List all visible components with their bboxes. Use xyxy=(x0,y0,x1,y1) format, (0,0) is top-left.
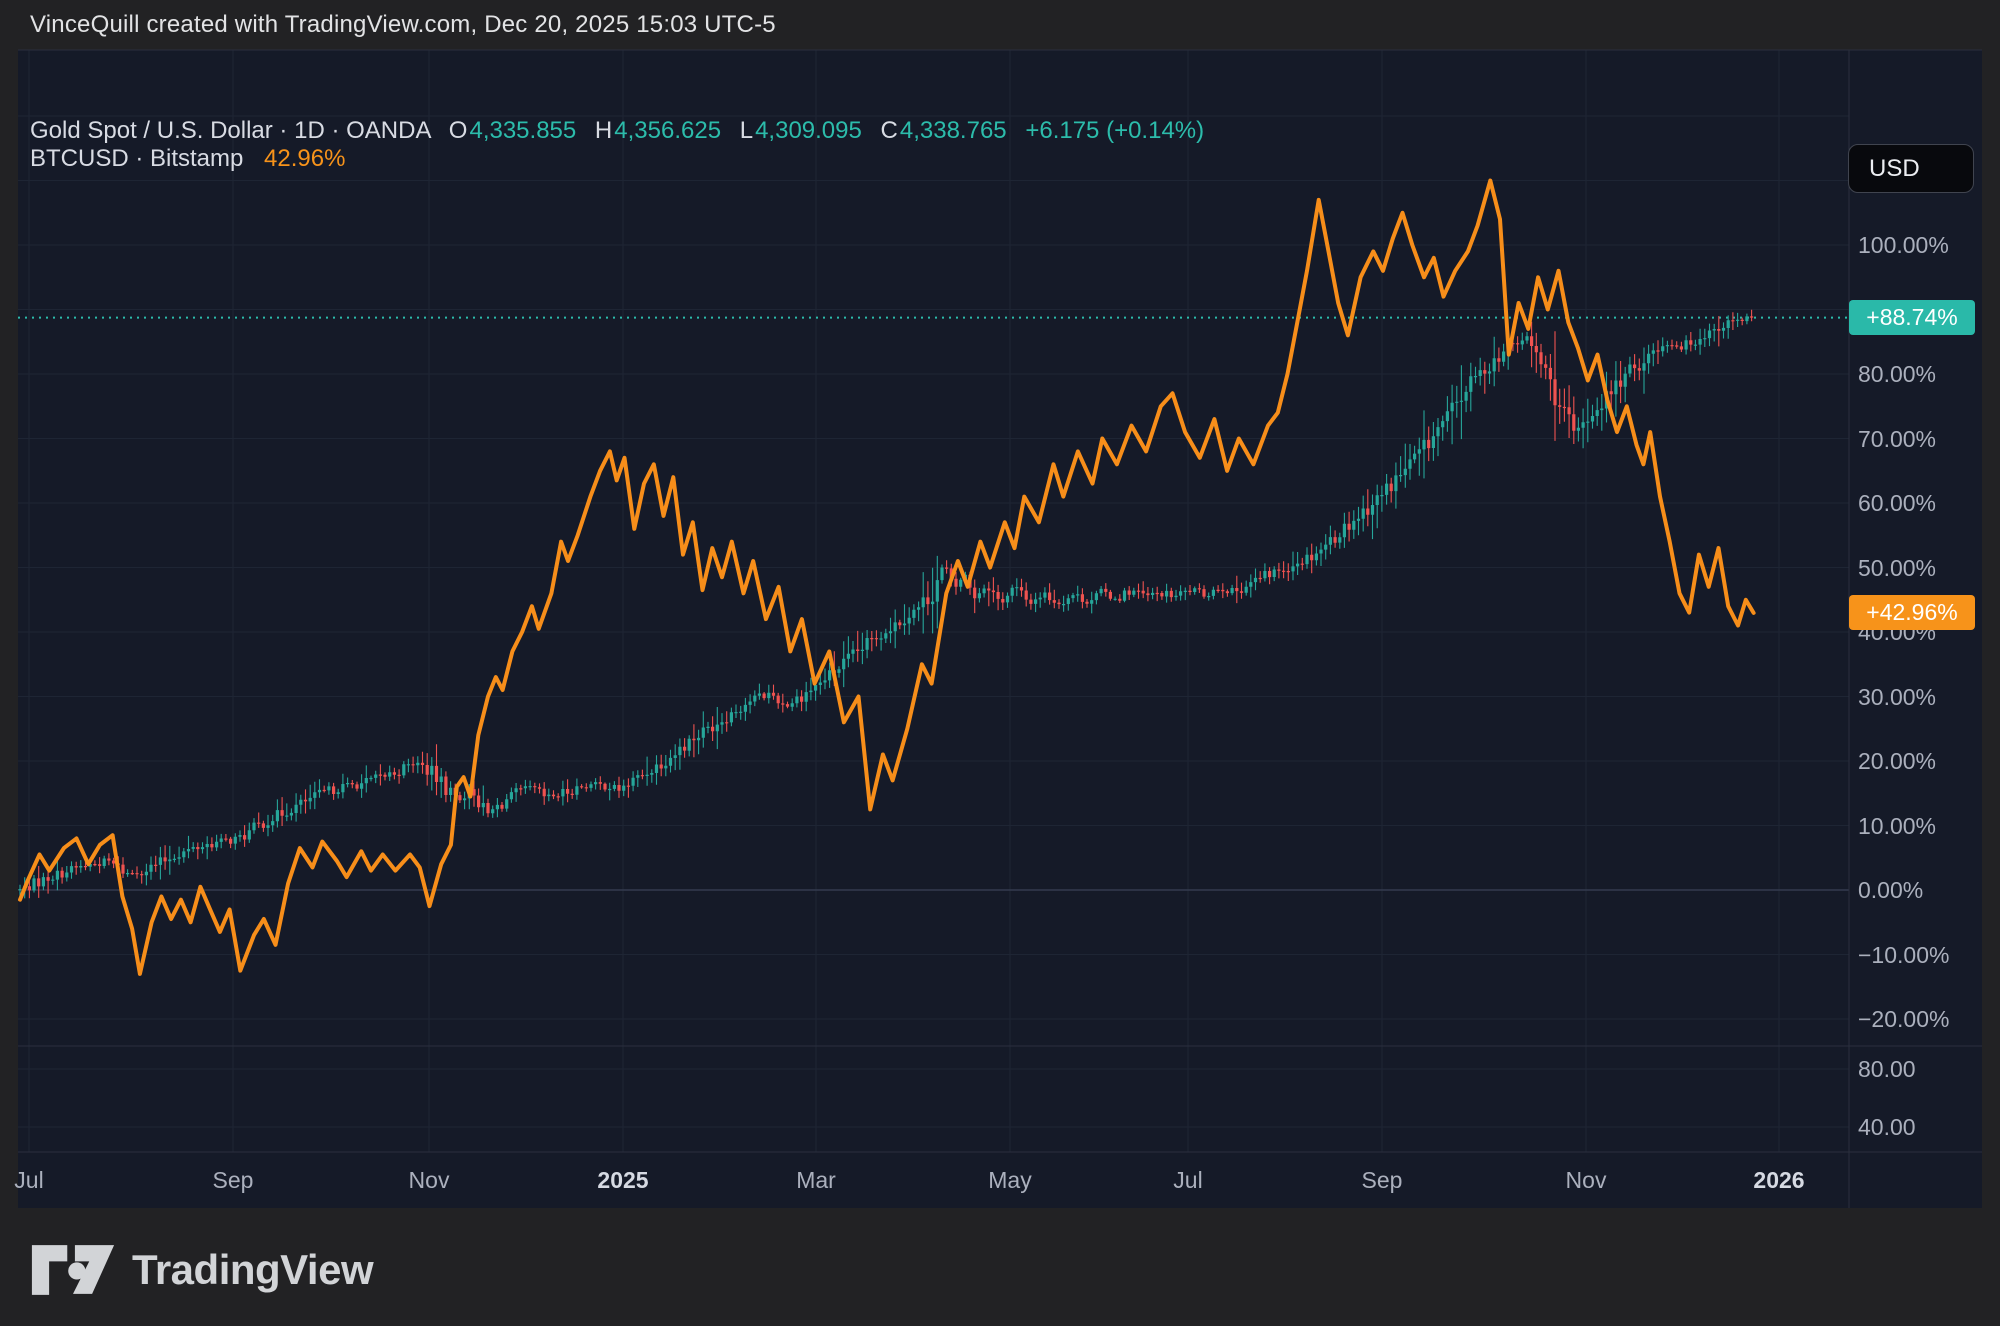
time-axis-label: Mar xyxy=(796,1167,836,1194)
time-axis-label: 2026 xyxy=(1753,1167,1804,1194)
tradingview-logo-icon xyxy=(30,1243,116,1297)
y-axis-label: 20.00% xyxy=(1858,748,1936,775)
low-value: 4,309.095 xyxy=(755,117,862,144)
y-axis-label: 80.00% xyxy=(1858,361,1936,388)
gold-last-price-badge: +88.74% xyxy=(1849,300,1975,335)
sub-pane-axis-label: 80.00 xyxy=(1858,1056,1916,1083)
y-axis-label: 30.00% xyxy=(1858,684,1936,711)
time-axis-label: 2025 xyxy=(597,1167,648,1194)
legend-row-gold[interactable]: Gold Spot / U.S. Dollar · 1D · OANDA O4,… xyxy=(30,117,1204,145)
time-axis-label: May xyxy=(988,1167,1031,1194)
chart-canvas[interactable] xyxy=(0,0,2000,1326)
legend-row-btc[interactable]: BTCUSD · Bitstamp 42.96% xyxy=(30,145,345,173)
open-letter: O xyxy=(449,117,468,144)
y-axis-label: 60.00% xyxy=(1858,490,1936,517)
open-value: 4,335.855 xyxy=(469,117,576,144)
y-axis-label: −20.00% xyxy=(1858,1006,1949,1033)
time-axis-label: Jul xyxy=(1173,1167,1202,1194)
tradingview-logo-text: TradingView xyxy=(132,1246,373,1294)
gold-symbol-label: Gold Spot / U.S. Dollar · 1D · OANDA xyxy=(30,117,430,144)
tradingview-logo[interactable]: TradingView xyxy=(30,1243,373,1297)
y-axis-label: 70.00% xyxy=(1858,426,1936,453)
y-axis-label: 0.00% xyxy=(1858,877,1923,904)
time-axis-label: Sep xyxy=(1362,1167,1403,1194)
btc-last-price-badge: +42.96% xyxy=(1849,595,1975,630)
time-axis-label: Nov xyxy=(1566,1167,1607,1194)
time-axis-label: Nov xyxy=(409,1167,450,1194)
y-axis-label: 10.00% xyxy=(1858,813,1936,840)
sub-pane-axis-label: 40.00 xyxy=(1858,1114,1916,1141)
low-letter: L xyxy=(740,117,753,144)
y-axis-label: 100.00% xyxy=(1858,232,1949,259)
high-letter: H xyxy=(595,117,612,144)
y-axis-label: −10.00% xyxy=(1858,942,1949,969)
time-axis-label: Jul xyxy=(14,1167,43,1194)
btc-percent-value: 42.96% xyxy=(264,145,345,172)
currency-usd-button[interactable]: USD xyxy=(1848,144,1974,193)
tradingview-screenshot: VinceQuill created with TradingView.com,… xyxy=(0,0,2000,1326)
close-letter: C xyxy=(881,117,898,144)
time-axis-label: Sep xyxy=(213,1167,254,1194)
change-value: +6.175 (+0.14%) xyxy=(1025,117,1204,144)
btc-symbol-label: BTCUSD · Bitstamp xyxy=(30,145,243,172)
close-value: 4,338.765 xyxy=(900,117,1007,144)
y-axis-label: 50.00% xyxy=(1858,555,1936,582)
high-value: 4,356.625 xyxy=(614,117,721,144)
